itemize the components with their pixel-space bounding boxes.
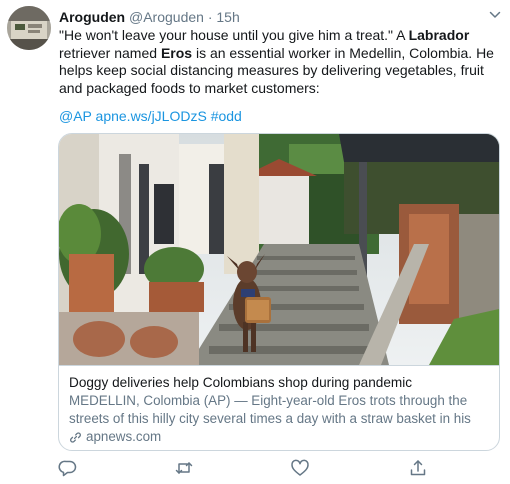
card-description: MEDELLIN, Colombia (AP) — Eight-year-old… bbox=[69, 393, 471, 426]
tweet[interactable]: Aroguden @Aroguden · 15h "He won't leave… bbox=[0, 0, 510, 484]
share-icon[interactable] bbox=[408, 458, 428, 478]
user-handle[interactable]: @Aroguden bbox=[129, 9, 204, 25]
hashtag-link[interactable]: #odd bbox=[211, 108, 242, 124]
url-link[interactable]: apne.ws/jJLODzS bbox=[96, 108, 207, 124]
card-image[interactable] bbox=[59, 134, 499, 365]
tweet-timestamp[interactable]: 15h bbox=[216, 9, 239, 25]
avatar[interactable] bbox=[7, 6, 51, 50]
card-photo bbox=[59, 134, 499, 365]
heart-icon[interactable] bbox=[290, 458, 310, 478]
avatar-image bbox=[7, 6, 51, 50]
tweet-header: Aroguden @Aroguden · 15h bbox=[59, 8, 240, 26]
mention-link[interactable]: @AP bbox=[59, 108, 92, 124]
card-title[interactable]: Doggy deliveries help Colombians shop du… bbox=[69, 374, 489, 392]
reply-icon[interactable] bbox=[58, 458, 78, 478]
card-domain[interactable]: apnews.com bbox=[69, 428, 489, 446]
tweet-text: "He won't leave your house until you giv… bbox=[59, 27, 499, 97]
display-name[interactable]: Aroguden bbox=[59, 9, 125, 25]
tweet-bold-text: Labrador bbox=[408, 27, 470, 43]
header-separator: · bbox=[207, 9, 213, 25]
tweet-bold-text: Eros bbox=[160, 44, 193, 61]
card-domain-text: apnews.com bbox=[86, 429, 162, 444]
tweet-text-part: "He won't leave your house until you giv… bbox=[59, 27, 409, 43]
link-card[interactable]: Doggy deliveries help Colombians shop du… bbox=[58, 133, 500, 451]
chevron-down-icon[interactable] bbox=[488, 8, 502, 22]
tweet-actions bbox=[58, 458, 500, 478]
tweet-text-part: retriever named bbox=[59, 44, 161, 61]
tweet-links: @AP apne.ws/jJLODzS #odd bbox=[59, 107, 242, 125]
link-icon bbox=[70, 431, 81, 443]
retweet-icon[interactable] bbox=[174, 458, 194, 478]
card-text[interactable]: Doggy deliveries help Colombians shop du… bbox=[59, 365, 499, 450]
